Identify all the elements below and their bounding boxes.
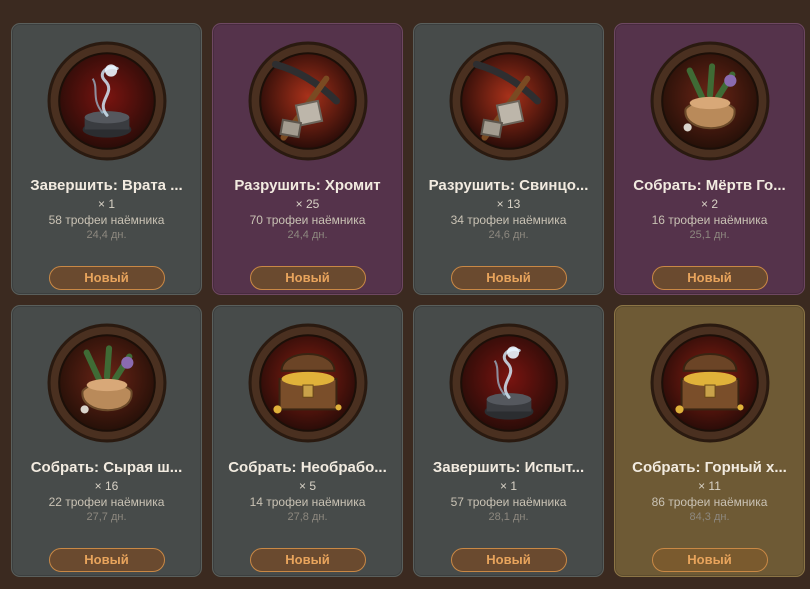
quest-quantity: × 16	[94, 479, 119, 493]
quest-quantity: × 25	[295, 197, 320, 211]
quest-card[interactable]: Разрушить: Свинцо... × 13 34 трофеи наёмни…	[413, 23, 604, 295]
portal-icon	[46, 40, 168, 162]
quest-quantity: × 2	[700, 197, 718, 211]
quest-title: Собрать: Мёртв Го...	[633, 177, 786, 194]
quest-quantity: × 11	[698, 479, 721, 493]
quest-duration: 27,7 дн.	[86, 511, 127, 523]
status-new-button[interactable]: Новый	[450, 548, 567, 572]
quest-card[interactable]: Собрать: Мёртв Го... × 2 16 трофеи наёмник…	[614, 23, 805, 295]
quest-card[interactable]: Собрать: Горный х... × 11 86 трофеи наёмни…	[614, 305, 805, 577]
pickaxe-icon	[247, 40, 369, 162]
status-new-button[interactable]: Новый	[249, 548, 366, 572]
quest-card[interactable]: Разрушить: Хромит × 25 70 трофеи наёмника 2…	[212, 23, 403, 295]
quest-reward: 70 трофеи наёмника	[249, 213, 366, 227]
quest-duration: 25,1 дн.	[689, 229, 730, 241]
quest-duration: 28,1 дн.	[488, 511, 529, 523]
quest-card[interactable]: Завершить: Врата ... × 1 58 трофеи наёмник…	[11, 23, 202, 295]
quest-title: Завершить: Испыт...	[432, 459, 585, 476]
status-new-button[interactable]: Новый	[249, 266, 366, 290]
quest-reward: 16 трофеи наёмника	[651, 213, 768, 227]
quest-quantity: × 13	[496, 197, 521, 211]
quest-card[interactable]: Собрать: Сырая ш... × 16 22 трофеи наёмник…	[11, 305, 202, 577]
quest-title: Собрать: Горный х...	[632, 459, 787, 476]
quest-title: Завершить: Врата ...	[30, 177, 183, 194]
herb-sack-icon	[649, 40, 771, 162]
quest-reward: 34 трофеи наёмника	[450, 213, 567, 227]
quest-title: Разрушить: Хромит	[234, 177, 381, 194]
quest-quantity: × 1	[499, 479, 517, 493]
quest-title: Собрать: Сырая ш...	[30, 459, 183, 476]
quest-duration: 84,3 дн.	[689, 511, 730, 523]
portal-icon	[448, 322, 570, 444]
quest-card[interactable]: Завершить: Испыт... × 1 57 трофеи наёмника…	[413, 305, 604, 577]
quest-quantity: × 5	[298, 479, 316, 493]
quest-grid: Завершить: Врата ... × 1 58 трофеи наёмник…	[0, 0, 810, 589]
pickaxe-icon	[448, 40, 570, 162]
quest-quantity: × 1	[97, 197, 115, 211]
quest-reward: 22 трофеи наёмника	[48, 495, 165, 509]
herb-sack-icon	[46, 322, 168, 444]
quest-reward: 86 трофеи наёмника	[651, 495, 768, 509]
quest-reward: 58 трофеи наёмника	[48, 213, 165, 227]
quest-card[interactable]: Собрать: Необрабо... × 5 14 трофеи наёмник…	[212, 305, 403, 577]
quest-title: Собрать: Необрабо...	[228, 459, 387, 476]
treasure-chest-icon	[649, 322, 771, 444]
quest-duration: 24,4 дн.	[287, 229, 328, 241]
status-new-button[interactable]: Новый	[48, 266, 165, 290]
quest-duration: 24,4 дн.	[86, 229, 127, 241]
status-new-button[interactable]: Новый	[651, 266, 768, 290]
quest-duration: 27,8 дн.	[287, 511, 328, 523]
treasure-chest-icon	[247, 322, 369, 444]
quest-title: Разрушить: Свинцо...	[428, 177, 589, 194]
quest-reward: 14 трофеи наёмника	[249, 495, 366, 509]
quest-duration: 24,6 дн.	[488, 229, 529, 241]
status-new-button[interactable]: Новый	[651, 548, 768, 572]
status-new-button[interactable]: Новый	[450, 266, 567, 290]
status-new-button[interactable]: Новый	[48, 548, 165, 572]
quest-reward: 57 трофеи наёмника	[450, 495, 567, 509]
